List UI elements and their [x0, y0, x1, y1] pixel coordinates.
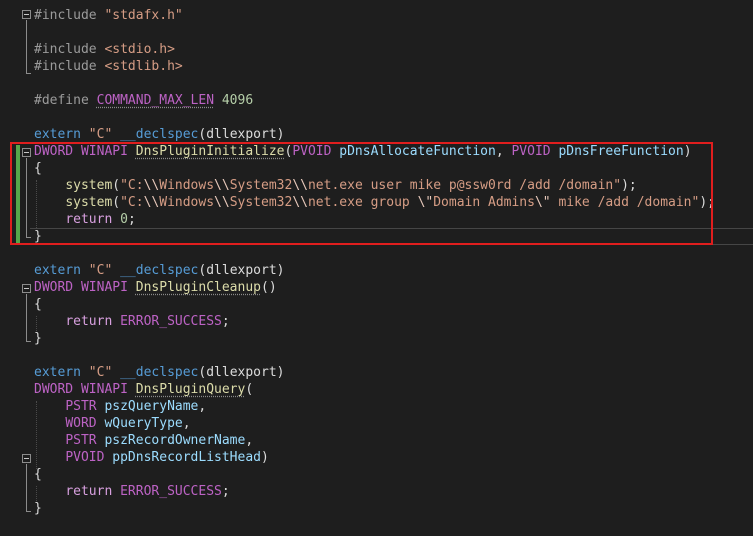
code-line-24: DWORD WINAPI DnsPluginQuery(: [34, 381, 253, 398]
fold-toggle-cleanup[interactable]: [22, 284, 31, 293]
keyword: extern: [34, 365, 81, 380]
directive: #include: [34, 8, 97, 23]
semicolon: ;: [221, 484, 230, 499]
paren: ): [276, 127, 285, 142]
brace: {: [34, 467, 42, 482]
keyword: __declspec: [120, 127, 199, 142]
constant: ERROR_SUCCESS: [120, 484, 222, 499]
fold-line: [26, 464, 27, 512]
declspec-arg: dllexport: [206, 263, 277, 278]
parameter: pszQueryName: [104, 399, 199, 414]
include-file: <stdio.h>: [104, 42, 175, 57]
function-name: DnsPluginQuery: [135, 382, 246, 397]
keyword: __declspec: [120, 365, 199, 380]
semicolon: ;: [221, 314, 230, 329]
fold-end: [26, 73, 31, 74]
code-line-4: #include <stdlib.h>: [34, 58, 183, 75]
type-name: PSTR: [65, 433, 97, 448]
code-line-17: extern "C" __declspec(dllexport): [34, 262, 285, 279]
macro-name: COMMAND_MAX_LEN: [96, 93, 215, 108]
linkage-string: "C": [88, 127, 113, 142]
type-name: PVOID: [65, 450, 105, 465]
directive: #include: [34, 42, 97, 57]
type-name: WORD: [65, 416, 97, 431]
comma: ,: [198, 399, 207, 414]
brace: }: [34, 331, 42, 346]
type-name: DWORD: [34, 280, 74, 295]
code-line-8: extern "C" __declspec(dllexport): [34, 126, 285, 143]
code-line-1: #include "stdafx.h": [34, 7, 183, 24]
calling-convention: WINAPI: [80, 382, 128, 397]
keyword: return: [65, 484, 113, 499]
macro-value: 4096: [221, 93, 254, 108]
code-line-26: WORD wQueryType,: [34, 415, 191, 432]
parameter: wQueryType: [104, 416, 183, 431]
code-editor[interactable]: #include "stdafx.h" #include <stdio.h> #…: [0, 0, 753, 536]
code-line-25: PSTR pszQueryName,: [34, 398, 206, 415]
code-line-6: #define COMMAND_MAX_LEN 4096: [34, 92, 253, 109]
linkage-string: "C": [88, 263, 113, 278]
linkage-string: "C": [88, 365, 113, 380]
declspec-arg: dllexport: [206, 127, 277, 142]
code-line-20: return ERROR_SUCCESS;: [34, 313, 230, 330]
function-name: DnsPluginCleanup: [135, 280, 261, 295]
code-line-28: PVOID ppDnsRecordListHead): [34, 449, 269, 466]
calling-convention: WINAPI: [80, 280, 128, 295]
keyword: return: [65, 314, 113, 329]
keyword: __declspec: [120, 263, 199, 278]
fold-end: [26, 511, 31, 512]
fold-end: [26, 341, 31, 342]
code-line-21: }: [34, 330, 42, 347]
declspec-arg: dllexport: [206, 365, 277, 380]
brace: }: [34, 501, 42, 516]
code-line-23: extern "C" __declspec(dllexport): [34, 364, 285, 381]
comma: ,: [182, 416, 191, 431]
keyword: extern: [34, 127, 81, 142]
include-file: <stdlib.h>: [104, 59, 183, 74]
paren: (: [245, 382, 254, 397]
code-line-3: #include <stdio.h>: [34, 41, 175, 58]
code-line-30: return ERROR_SUCCESS;: [34, 483, 230, 500]
code-line-29: {: [34, 466, 42, 483]
parameter: pszRecordOwnerName: [104, 433, 246, 448]
constant: ERROR_SUCCESS: [120, 314, 222, 329]
code-line-31: }: [34, 500, 42, 517]
keyword: extern: [34, 263, 81, 278]
annotation-highlight-box: [10, 142, 713, 245]
paren: ): [261, 450, 269, 465]
fold-toggle-query[interactable]: [22, 454, 31, 463]
code-line-19: {: [34, 296, 42, 313]
code-line-18: DWORD WINAPI DnsPluginCleanup(): [34, 279, 277, 296]
parameter: ppDnsRecordListHead: [112, 450, 261, 465]
type-name: DWORD: [34, 382, 74, 397]
paren: ): [276, 263, 285, 278]
comma: ,: [245, 433, 254, 448]
paren: ): [276, 365, 285, 380]
type-name: PSTR: [65, 399, 97, 414]
brace: {: [34, 297, 42, 312]
directive: #define: [34, 93, 89, 108]
paren: (): [261, 280, 277, 295]
directive: #include: [34, 59, 97, 74]
include-file: "stdafx.h": [104, 8, 183, 23]
fold-line: [26, 20, 27, 74]
fold-toggle-includes[interactable]: [22, 10, 31, 19]
fold-line: [26, 294, 27, 342]
code-line-27: PSTR pszRecordOwnerName,: [34, 432, 253, 449]
